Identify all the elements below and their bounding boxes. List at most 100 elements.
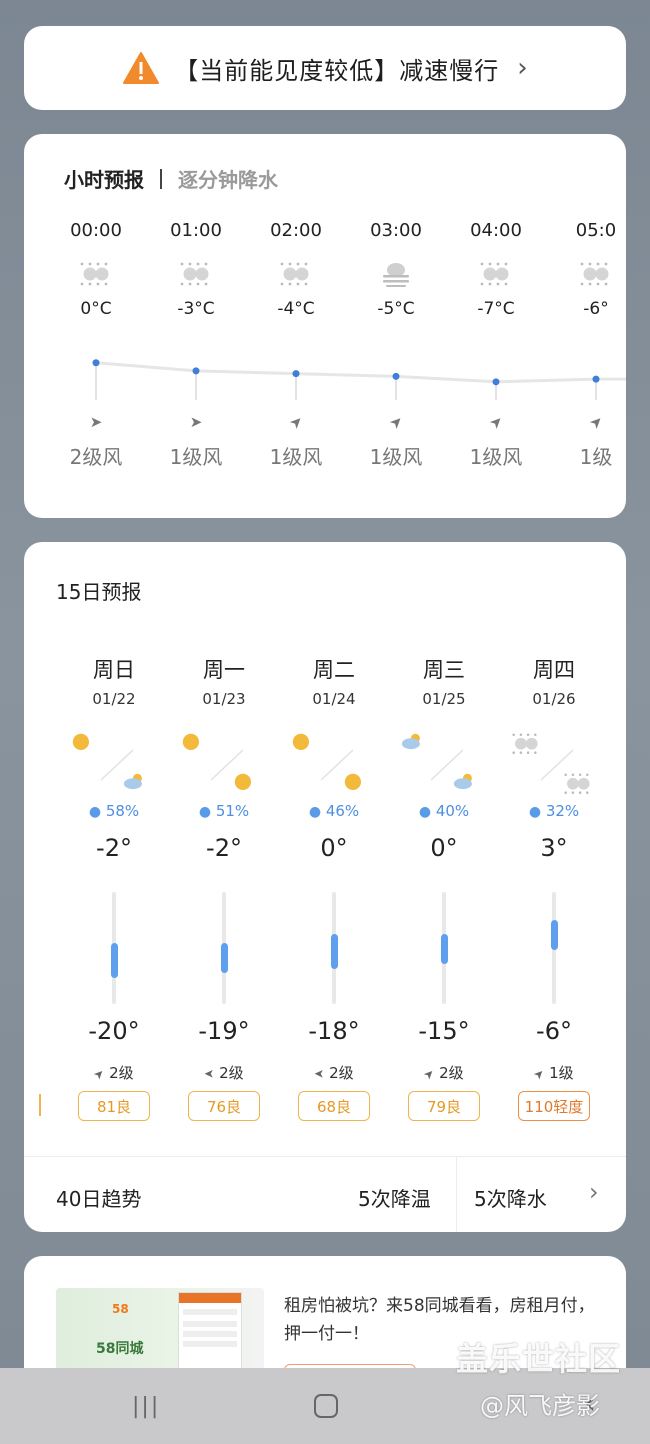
wind-direction-icon: ➤ — [530, 1065, 548, 1083]
day-column[interactable]: 周二 01/24 ● 46% 0° — [279, 654, 389, 862]
aqi-badge[interactable]: 76良 — [188, 1091, 260, 1121]
aqi-badge[interactable]: 68良 — [298, 1091, 370, 1121]
daily-forecast-title: 15日预报 — [56, 580, 142, 604]
hour-column: 04:00 -7°C ➤ 1级风 — [446, 220, 546, 470]
day-night-icons — [389, 732, 499, 802]
wind-direction-icon: ➤ — [90, 1065, 108, 1083]
day-column[interactable]: 周一 01/23 ● 51% -2° — [169, 654, 279, 862]
recent-apps-button[interactable]: ||| — [132, 1394, 160, 1419]
day-name: 周日 — [93, 658, 135, 682]
sunny-icon — [291, 732, 311, 756]
hour-time: 03:00 — [370, 220, 422, 241]
day-wind: ➤ 2级 — [389, 1062, 499, 1083]
day-date: 01/24 — [312, 690, 356, 708]
wind-level: 1级 — [549, 1064, 574, 1082]
temp-low: -18° — [308, 1017, 360, 1045]
wind-direction-icon: ➤ — [204, 1067, 215, 1081]
wind-level: 2级 — [109, 1064, 134, 1082]
hourly-forecast-card: 小时预报 逐分钟降水 00:00 0°C ➤ 2级风 01:00 -3°C ➤ 1级风 02:0… — [24, 134, 626, 518]
hour-wind-level: 1级 — [579, 445, 613, 469]
temperature-range-bar — [110, 942, 118, 978]
sunny-icon — [233, 772, 253, 796]
temp-high: -2° — [96, 834, 132, 862]
hour-time: 01:00 — [170, 220, 222, 241]
hour-temperature: -3°C — [177, 299, 215, 319]
hour-time: 02:00 — [270, 220, 322, 241]
warning-icon — [123, 52, 160, 84]
wind-direction-icon: ➤ — [585, 411, 607, 433]
hour-temperature: 0°C — [80, 299, 112, 319]
visibility-alert-card[interactable]: 【当前能见度较低】减速慢行 › — [24, 26, 626, 110]
wind-direction-icon: ➤ — [385, 411, 407, 433]
trend-divider-vertical — [456, 1156, 457, 1232]
ad-phone-mockup — [178, 1292, 242, 1378]
hour-wind-level: 1级风 — [469, 445, 523, 469]
hour-wind-level: 1级风 — [169, 445, 223, 469]
fog-icon — [378, 261, 414, 287]
wind-direction-icon: ➤ — [285, 411, 307, 433]
precipitation-value: 32% — [545, 802, 580, 820]
sunny-icon — [71, 732, 91, 756]
precipitation-value: 40% — [435, 802, 470, 820]
partly-cloudy-icon — [453, 772, 476, 794]
day-column[interactable]: 周日 01/22 ● 58% -2° — [59, 654, 169, 862]
tab-divider — [160, 168, 162, 189]
hour-time: 04:00 — [470, 220, 522, 241]
hour-column: 01:00 -3°C ➤ 1级风 — [146, 220, 246, 470]
day-date: 01/25 — [422, 690, 466, 708]
aqi-badge[interactable]: 79良 — [408, 1091, 480, 1121]
trend-divider — [24, 1156, 626, 1157]
day-name: 周四 — [533, 658, 575, 682]
haze-icon — [78, 261, 114, 287]
alert-text: 【当前能见度较低】减速慢行 — [174, 56, 500, 85]
day-date: 01/22 — [92, 690, 136, 708]
raindrop-icon: ● — [528, 804, 542, 820]
day-column[interactable]: 周四 01/26 ● 32% 3° — [499, 654, 609, 862]
wind-level: 2级 — [439, 1064, 464, 1082]
temp-high: -2° — [206, 834, 242, 862]
wind-direction-icon: ➤ — [420, 1065, 438, 1083]
haze-icon — [511, 732, 542, 759]
day-wind: ➤ 2级 — [59, 1062, 169, 1083]
precipitation-chance: ● 32% — [499, 802, 609, 820]
partly-cloudy-icon — [123, 772, 146, 794]
day-date: 01/26 — [532, 690, 576, 708]
day-name: 周一 — [203, 658, 245, 682]
sunny-icon — [181, 732, 201, 756]
hour-column: 02:00 -4°C ➤ 1级风 — [246, 220, 346, 470]
day-date: 01/23 — [202, 690, 246, 708]
day-wind: ➤ 1级 — [499, 1062, 609, 1083]
temperature-range-bar — [330, 933, 338, 969]
ad-logo: 58 — [112, 1302, 129, 1316]
day-name: 周二 — [313, 658, 355, 682]
rain-count[interactable]: 5次降水 — [474, 1183, 547, 1212]
tab-hourly[interactable]: 小时预报 — [64, 164, 144, 193]
hour-temperature: -5°C — [377, 299, 415, 319]
day-column[interactable]: 周三 01/25 ● 40% 0° — [389, 654, 499, 862]
hour-column: 03:00 -5°C ➤ 1级风 — [346, 220, 446, 470]
aqi-badge[interactable]: 110轻度 — [518, 1091, 590, 1121]
wind-direction-icon: ➤ — [189, 413, 203, 431]
tab-minute-precipitation[interactable]: 逐分钟降水 — [178, 164, 278, 193]
haze-icon — [563, 772, 594, 799]
home-button[interactable] — [314, 1394, 338, 1418]
hour-time: 00:00 — [70, 220, 122, 241]
ad-thumbnail[interactable]: 58 58同城 — [56, 1288, 264, 1378]
cooling-count[interactable]: 5次降温 — [358, 1183, 431, 1212]
forty-day-trend-link[interactable]: 40日趋势 — [56, 1183, 141, 1212]
hour-time: 05:0 — [575, 220, 617, 241]
hour-wind-level: 1级风 — [369, 445, 423, 469]
raindrop-icon: ● — [418, 804, 432, 820]
precipitation-chance: ● 51% — [169, 802, 279, 820]
wind-direction-icon: ➤ — [89, 413, 103, 431]
haze-icon — [178, 261, 214, 287]
temp-low: -6° — [536, 1017, 572, 1045]
chevron-right-icon[interactable]: › — [589, 1178, 599, 1206]
precipitation-chance: ● 46% — [279, 802, 389, 820]
wind-level: 2级 — [219, 1064, 244, 1082]
wind-direction-icon: ➤ — [314, 1067, 325, 1081]
precipitation-chance: ● 58% — [59, 802, 169, 820]
hour-column: 00:00 0°C ➤ 2级风 — [46, 220, 146, 470]
aqi-badge[interactable]: 81良 — [78, 1091, 150, 1121]
sunny-icon — [343, 772, 363, 796]
